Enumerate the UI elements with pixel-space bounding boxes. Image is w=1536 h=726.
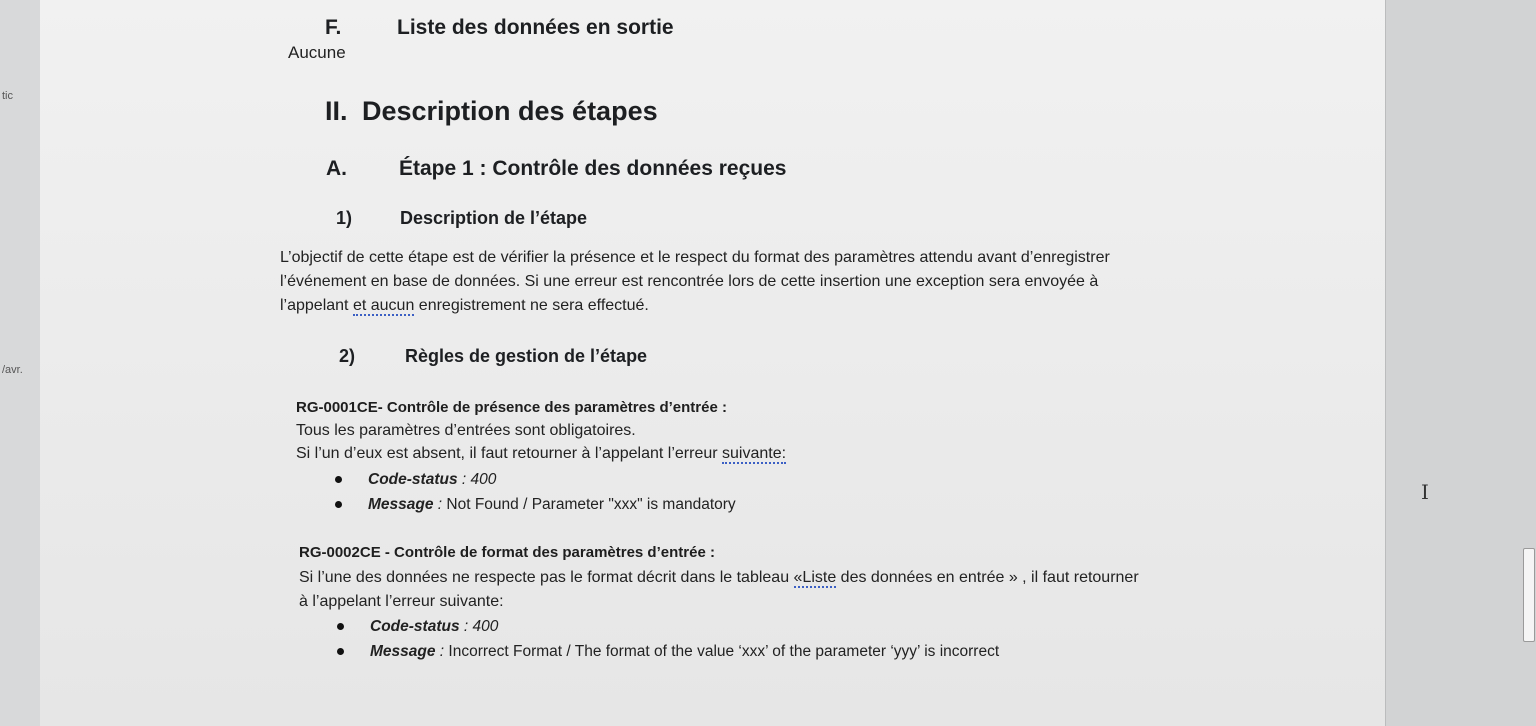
rule-1-line-2-pre: Si l’un d’eux est absent, il faut retour… <box>296 445 723 462</box>
rule-2-bullet-message: Message : Incorrect Format / The format … <box>337 643 999 661</box>
step-a-title: Étape 1 : Contrôle des données reçues <box>399 157 787 180</box>
bullet-dot-icon <box>337 648 344 656</box>
sub-1-line-2: l’événement en base de données. Si une e… <box>280 273 1099 290</box>
sub-1-number: 1) <box>336 208 353 228</box>
bullet-dot-icon <box>335 476 342 484</box>
rule-1-message-sep: : <box>433 496 447 513</box>
rule-1-code-sep: : <box>457 471 471 488</box>
section-f-number: F. <box>325 16 342 39</box>
rule-2-code-sep: : <box>459 618 473 635</box>
rule-1-line-2: Si l’un d’eux est absent, il faut retour… <box>296 442 787 466</box>
rule-2-code-value: 400 <box>472 618 499 635</box>
section-ii-number: II. <box>325 96 348 126</box>
rule-2-line-1-pre: Si l’une des données ne respecte pas le … <box>299 569 794 586</box>
step-a-number: A. <box>326 157 347 180</box>
rule-1-underlined-word[interactable]: suivante: <box>722 445 787 464</box>
sub-1-underlined-words[interactable]: et aucun <box>352 297 415 316</box>
document-page[interactable]: F. Liste des données en sortie Aucune II… <box>40 0 1385 726</box>
rule-1-title: RG-0001CE- Contrôle de présence des para… <box>296 399 727 416</box>
text-cursor-icon: I <box>1421 480 1429 504</box>
rule-2-line-1: Si l’une des données ne respecte pas le … <box>299 566 1139 590</box>
rule-2-message-label: Message <box>370 643 436 660</box>
rule-2-line-1-post: des données en entrée » , il faut retour… <box>836 569 1139 586</box>
margin-comment-1[interactable]: tic <box>2 90 13 102</box>
rule-1-bullet-message: Message : Not Found / Parameter "xxx" is… <box>335 496 736 514</box>
rule-1-message-label: Message <box>368 496 434 513</box>
section-f-title: Liste des données en sortie <box>397 16 674 39</box>
sub-1-title: Description de l’étape <box>400 208 588 228</box>
rule-2-bullet-code-status: Code-status : 400 <box>337 618 498 636</box>
right-gutter <box>1385 0 1536 726</box>
bullet-dot-icon <box>337 623 344 631</box>
rule-2-title: RG-0002CE - Contrôle de format des param… <box>299 544 715 561</box>
section-ii-title: Description des étapes <box>362 96 658 126</box>
left-margin-pane: tic /avr. <box>0 0 41 726</box>
rule-2-message-sep: : <box>435 643 449 660</box>
rule-2-underlined-word[interactable]: «Liste <box>793 569 837 588</box>
sub-1-line-1: L’objectif de cette étape est de vérifie… <box>280 249 1110 266</box>
rule-2-message-value: Incorrect Format / The format of the val… <box>448 643 1000 660</box>
bullet-dot-icon <box>335 501 342 509</box>
rule-1-bullet-code-status: Code-status : 400 <box>335 471 496 489</box>
rule-1-line-1: Tous les paramètres d’entrées sont oblig… <box>296 422 636 439</box>
rule-1-message-value: Not Found / Parameter "xxx" is mandatory <box>446 496 736 513</box>
section-f-content: Aucune <box>288 43 346 62</box>
sub-1-line-3: l’appelant et aucun enregistrement ne se… <box>280 294 1110 318</box>
sub-2-number: 2) <box>339 346 356 366</box>
rule-2-line-2: à l’appelant l’erreur suivante: <box>299 593 504 610</box>
sub-1-paragraph: L’objectif de cette étape est de vérifie… <box>280 246 1110 318</box>
rule-1-code-label: Code-status <box>368 471 458 488</box>
rule-2-code-label: Code-status <box>370 618 460 635</box>
sub-2-title: Règles de gestion de l’étape <box>405 346 648 366</box>
sub-1-line-3-pre: l’appelant <box>280 297 353 314</box>
rule-1-code-value: 400 <box>470 471 497 488</box>
vertical-scrollbar-thumb[interactable] <box>1523 548 1535 642</box>
sub-1-line-3-post: enregistrement ne sera effectué. <box>414 297 649 314</box>
margin-comment-2[interactable]: /avr. <box>2 364 23 376</box>
